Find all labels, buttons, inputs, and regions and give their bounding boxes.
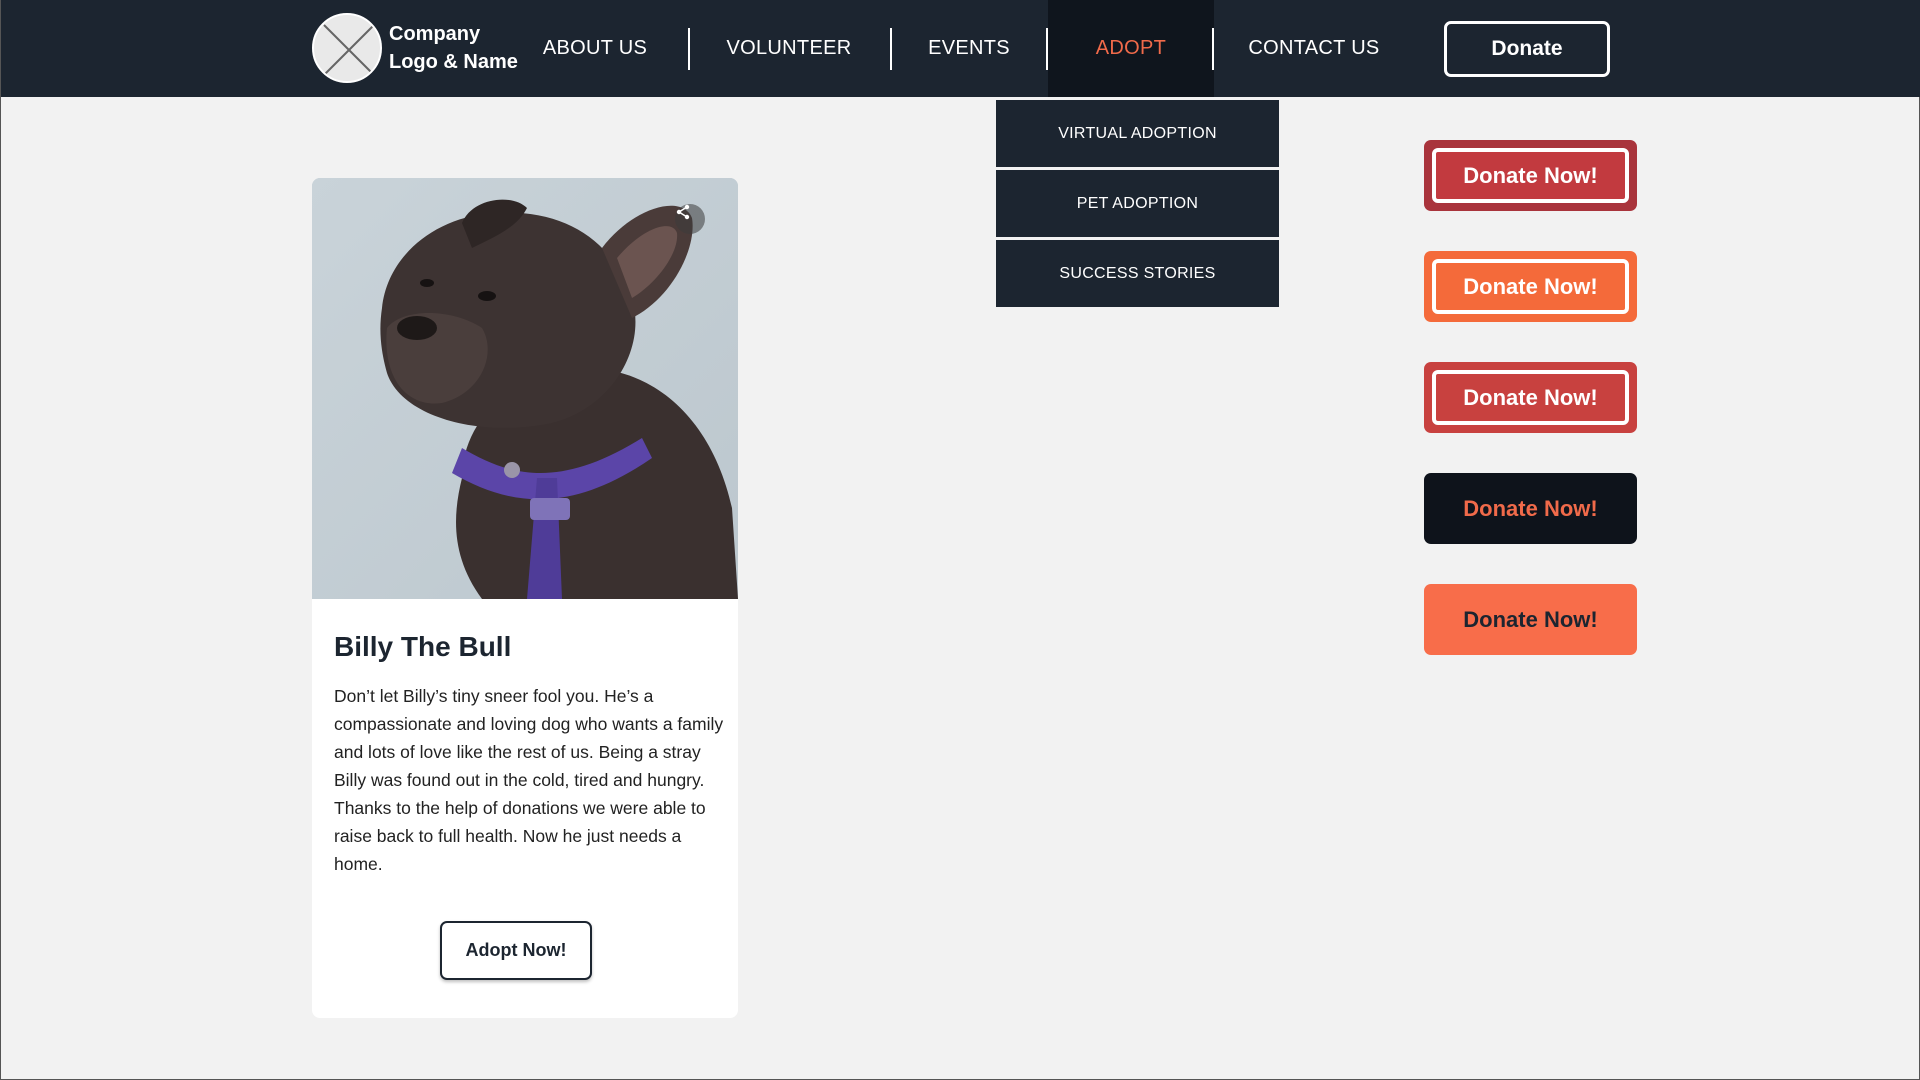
menu-item-virtual-adoption[interactable]: VIRTUAL ADOPTION bbox=[996, 100, 1279, 167]
logo-placeholder-icon bbox=[312, 13, 382, 83]
pet-card: Billy The Bull Don’t let Billy’s tiny sn… bbox=[312, 178, 738, 1018]
donate-now-button[interactable]: Donate Now! bbox=[1424, 362, 1637, 433]
donate-now-button[interactable]: Donate Now! bbox=[1424, 251, 1637, 322]
adopt-now-button[interactable]: Adopt Now! bbox=[440, 921, 592, 980]
donate-now-label: Donate Now! bbox=[1432, 148, 1629, 203]
donate-now-label: Donate Now! bbox=[1432, 370, 1629, 425]
nav-divider bbox=[1212, 28, 1214, 70]
donate-now-button[interactable]: Donate Now! bbox=[1424, 584, 1637, 655]
donate-now-label: Donate Now! bbox=[1432, 259, 1629, 314]
top-navbar: Company Logo & Name ABOUT US VOLUNTEER E… bbox=[1, 0, 1920, 97]
menu-item-pet-adoption[interactable]: PET ADOPTION bbox=[996, 170, 1279, 237]
logo-line-2: Logo & Name bbox=[389, 51, 518, 73]
nav-about-us[interactable]: ABOUT US bbox=[531, 0, 659, 97]
company-logo[interactable]: Company Logo & Name bbox=[312, 13, 518, 83]
nav-contact-us[interactable]: CONTACT US bbox=[1241, 0, 1387, 97]
nav-volunteer[interactable]: VOLUNTEER bbox=[717, 0, 861, 97]
share-icon[interactable] bbox=[675, 204, 705, 234]
nav-divider bbox=[688, 28, 690, 70]
donate-button[interactable]: Donate bbox=[1444, 21, 1610, 77]
adopt-dropdown-menu: VIRTUAL ADOPTION PET ADOPTION SUCCESS ST… bbox=[996, 100, 1279, 310]
nav-adopt[interactable]: ADOPT bbox=[1048, 0, 1214, 97]
pet-name: Billy The Bull bbox=[334, 631, 512, 662]
donate-now-button[interactable]: Donate Now! bbox=[1424, 473, 1637, 544]
logo-line-1: Company bbox=[389, 23, 481, 45]
menu-item-success-stories[interactable]: SUCCESS STORIES bbox=[996, 240, 1279, 307]
pet-description: Don’t let Billy’s tiny sneer fool you. H… bbox=[334, 686, 724, 874]
pet-photo bbox=[312, 178, 738, 599]
nav-divider bbox=[890, 28, 892, 70]
nav-events[interactable]: EVENTS bbox=[919, 0, 1019, 97]
donate-now-button[interactable]: Donate Now! bbox=[1424, 140, 1637, 211]
logo-text: Company Logo & Name bbox=[389, 20, 518, 76]
